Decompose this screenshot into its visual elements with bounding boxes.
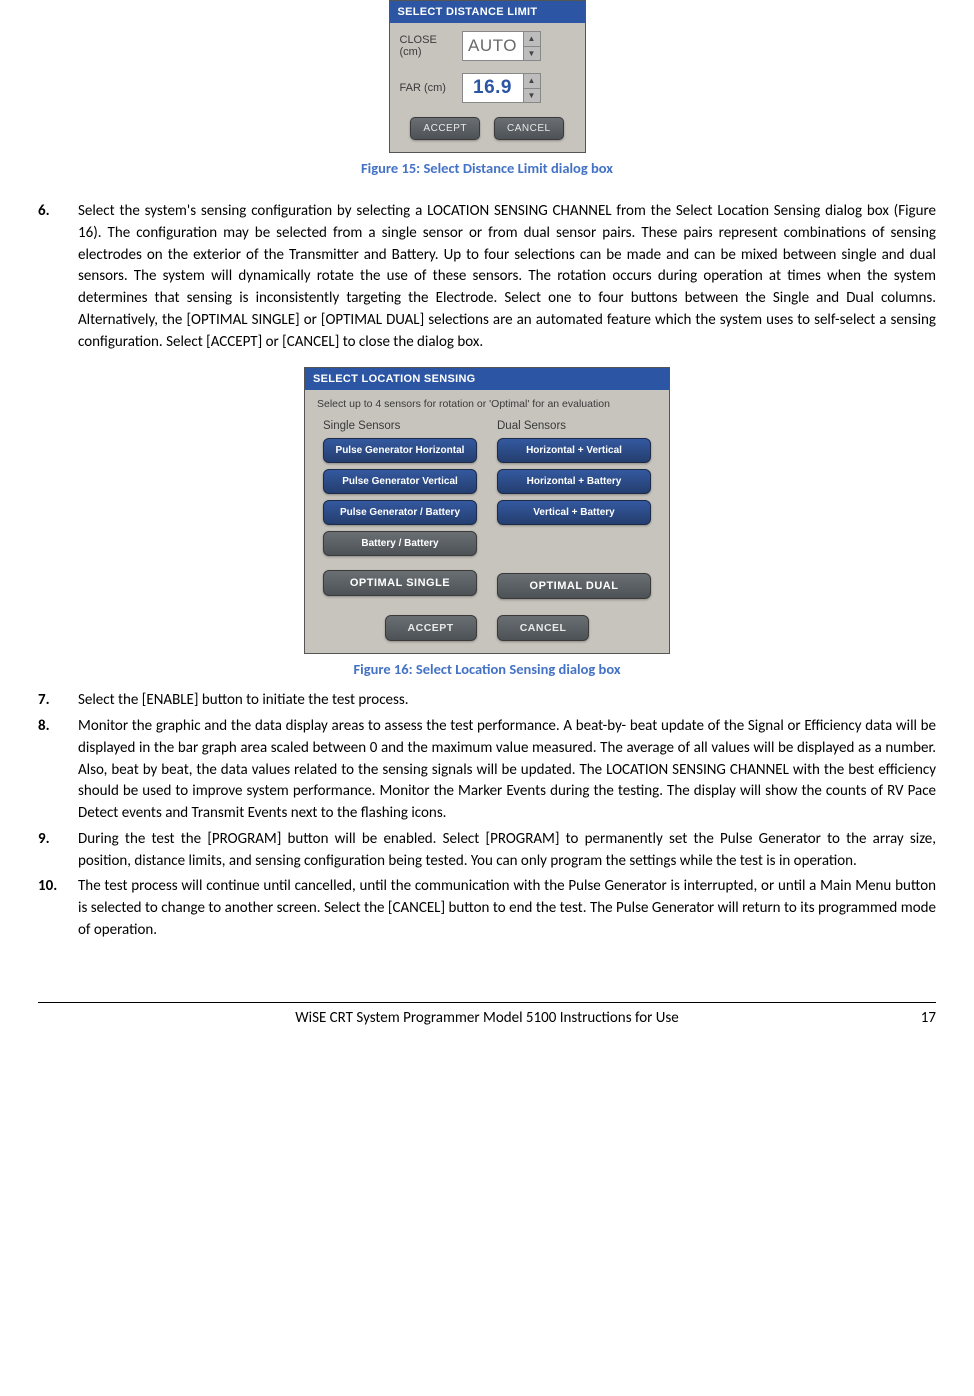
close-down-icon[interactable]: ▼ <box>524 46 540 61</box>
single-sensor-button[interactable]: Battery / Battery <box>323 531 477 556</box>
page-footer: WiSE CRT System Programmer Model 5100 In… <box>38 1002 936 1027</box>
accept-button[interactable]: ACCEPT <box>410 117 480 140</box>
figure-16-caption: Figure 16: Select Location Sensing dialo… <box>38 660 936 678</box>
step-text: Select the system's sensing configuratio… <box>78 201 936 353</box>
step-number: 9. <box>38 829 78 873</box>
cancel-button[interactable]: CANCEL <box>497 615 590 641</box>
cancel-button[interactable]: CANCEL <box>494 117 564 140</box>
close-value: AUTO <box>463 32 523 60</box>
select-location-sensing-dialog: SELECT LOCATION SENSING Select up to 4 s… <box>304 367 670 654</box>
step-number: 10. <box>38 876 78 941</box>
figure-15-caption: Figure 15: Select Distance Limit dialog … <box>38 159 936 177</box>
step-number: 8. <box>38 716 78 825</box>
close-spinner[interactable]: AUTO ▲ ▼ <box>462 31 541 61</box>
dialog-title: SELECT DISTANCE LIMIT <box>390 1 585 23</box>
single-sensor-button[interactable]: Pulse Generator Horizontal <box>323 438 477 463</box>
step-text: The test process will continue until can… <box>78 876 936 941</box>
single-sensor-button[interactable]: Pulse Generator / Battery <box>323 500 477 525</box>
far-down-icon[interactable]: ▼ <box>524 88 540 103</box>
dialog-title: SELECT LOCATION SENSING <box>305 368 669 390</box>
optimal-dual-button[interactable]: OPTIMAL DUAL <box>497 573 651 599</box>
step-text: Monitor the graphic and the data display… <box>78 716 936 825</box>
accept-button[interactable]: ACCEPT <box>385 615 477 641</box>
far-up-icon[interactable]: ▲ <box>524 74 540 88</box>
single-sensors-header: Single Sensors <box>323 420 477 432</box>
far-label: FAR (cm) <box>400 82 462 94</box>
step-text: Select the [ENABLE] button to initiate t… <box>78 690 936 712</box>
page-number: 17 <box>921 1009 936 1027</box>
dual-sensors-header: Dual Sensors <box>497 420 651 432</box>
single-sensor-button[interactable]: Pulse Generator Vertical <box>323 469 477 494</box>
close-up-icon[interactable]: ▲ <box>524 32 540 46</box>
select-distance-limit-dialog: SELECT DISTANCE LIMIT CLOSE (cm) AUTO ▲ … <box>389 0 586 153</box>
dual-sensor-button[interactable]: Horizontal + Battery <box>497 469 651 494</box>
far-value: 16.9 <box>463 74 523 102</box>
footer-title: WiSE CRT System Programmer Model 5100 In… <box>295 1009 678 1027</box>
dual-sensor-button[interactable]: Horizontal + Vertical <box>497 438 651 463</box>
dual-sensor-button[interactable]: Vertical + Battery <box>497 500 651 525</box>
step-number: 6. <box>38 201 78 353</box>
dialog-subtitle: Select up to 4 sensors for rotation or '… <box>305 390 669 420</box>
close-label: CLOSE (cm) <box>400 34 462 58</box>
step-number: 7. <box>38 690 78 712</box>
step-text: During the test the [PROGRAM] button wil… <box>78 829 936 873</box>
optimal-single-button[interactable]: OPTIMAL SINGLE <box>323 570 477 596</box>
far-spinner[interactable]: 16.9 ▲ ▼ <box>462 73 541 103</box>
